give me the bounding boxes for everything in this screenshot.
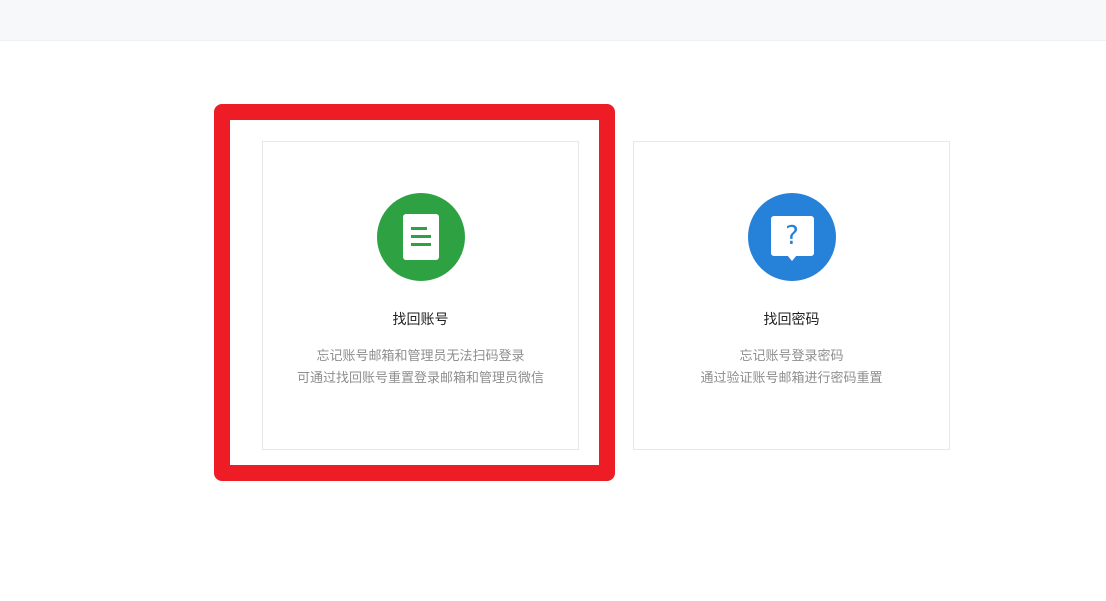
recover-password-title: 找回密码 [763, 312, 820, 328]
recover-password-icon-circle: ? [747, 193, 836, 281]
recover-password-desc-line-1: 忘记账号登录密码 [739, 349, 844, 364]
recover-password-description: 忘记账号登录密码 通过验证账号邮箱进行密码重置 [634, 346, 949, 390]
recover-password-desc-line-2: 通过验证账号邮箱进行密码重置 [700, 371, 883, 386]
top-bar [0, 0, 1106, 41]
recover-account-desc-line-1: 忘记账号邮箱和管理员无法扫码登录 [316, 349, 525, 364]
question-icon: ? [770, 216, 814, 256]
speech-bubble-tail-icon [786, 255, 797, 261]
recover-account-description: 忘记账号邮箱和管理员无法扫码登录 可通过找回账号重置登录邮箱和管理员微信 [263, 346, 578, 390]
document-icon [402, 214, 439, 260]
recover-password-card[interactable]: ? 找回密码 忘记账号登录密码 通过验证账号邮箱进行密码重置 [633, 141, 950, 450]
recover-account-desc-line-2: 可通过找回账号重置登录邮箱和管理员微信 [296, 371, 544, 386]
recover-account-card[interactable]: 找回账号 忘记账号邮箱和管理员无法扫码登录 可通过找回账号重置登录邮箱和管理员微… [262, 141, 579, 450]
recover-account-title: 找回账号 [392, 312, 449, 328]
recover-account-icon-circle [376, 193, 465, 281]
